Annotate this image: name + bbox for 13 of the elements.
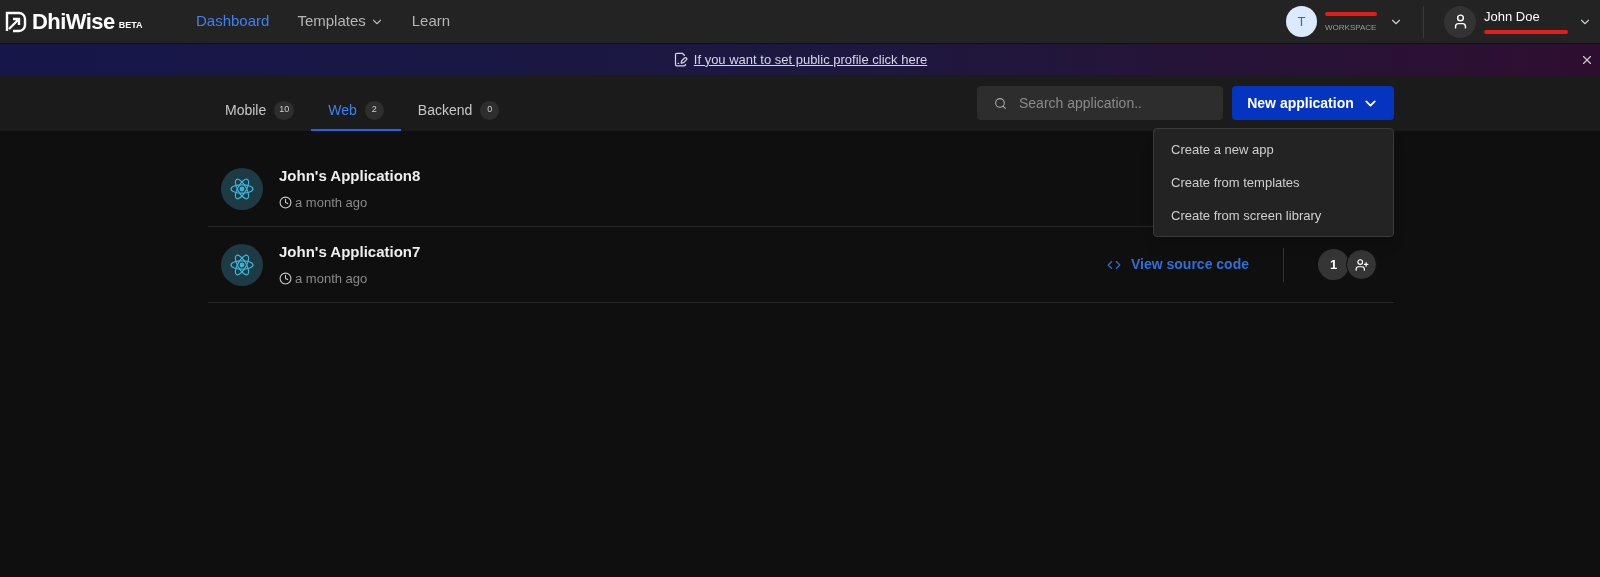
- app-time: a month ago: [295, 269, 368, 288]
- logo-text: DhiWise: [32, 8, 115, 36]
- count-badge: 10: [274, 100, 295, 120]
- app-time: a month ago: [295, 193, 368, 212]
- member-count: 1: [1318, 249, 1349, 280]
- workspace-avatar: T: [1286, 6, 1317, 37]
- user-name: John Doe: [1484, 9, 1541, 25]
- count-badge: 2: [364, 100, 384, 120]
- count-badge: 0: [480, 100, 500, 120]
- app-name: John's Application8: [279, 166, 421, 186]
- workspace-label: WORKSPACE: [1325, 21, 1377, 34]
- app-name: John's Application7: [279, 242, 421, 262]
- beta-label: BETA: [118, 18, 143, 32]
